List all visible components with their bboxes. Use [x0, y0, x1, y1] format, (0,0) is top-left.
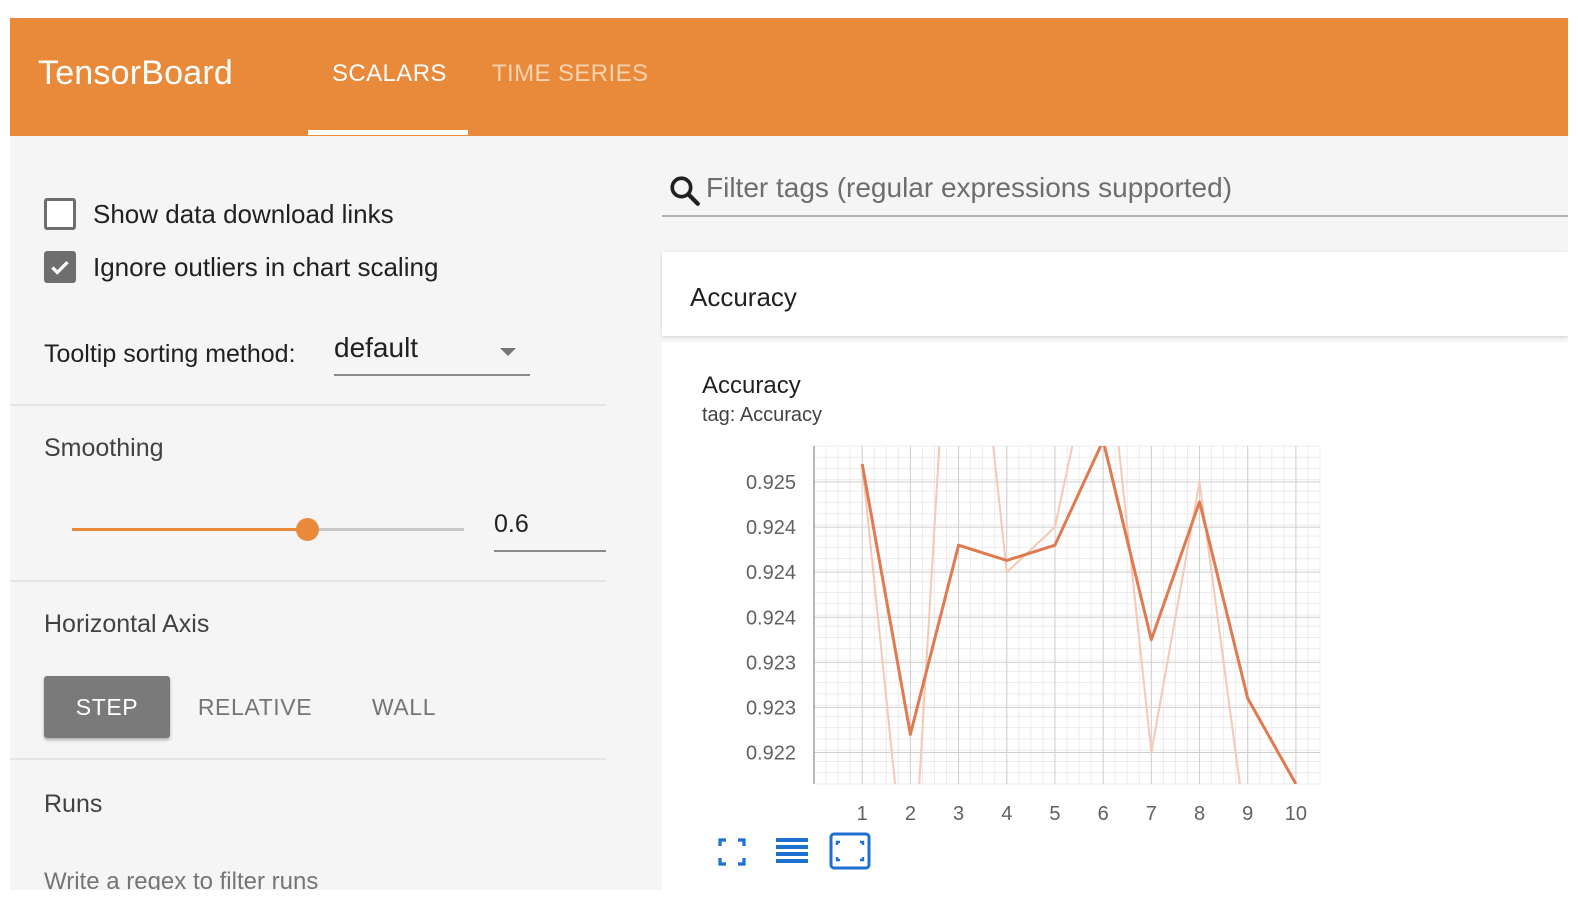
show-download-links-label: Show data download links	[93, 198, 394, 229]
tag-group-title: Accuracy	[690, 282, 797, 312]
x-tick-label: 3	[953, 803, 964, 825]
x-tick-label: 2	[905, 803, 916, 825]
scalar-card: Accuracy tag: Accuracy 0.925 0.924 0.924 0.…	[662, 342, 1568, 890]
x-tick-label: 1	[857, 803, 868, 825]
divider	[10, 758, 606, 760]
y-tick-label: 0.923	[746, 652, 796, 674]
checkmark-icon	[51, 260, 69, 275]
x-tick-label: 5	[1049, 803, 1060, 825]
x-tick-label: 4	[1001, 803, 1012, 825]
top-app-bar: TensorBoard SCALARS TIME SERIES	[10, 18, 1568, 136]
tooltip-sorting-value: default	[334, 332, 419, 363]
smoothing-input-underline	[494, 550, 606, 552]
axis-wall-button[interactable]: WALL	[352, 676, 456, 738]
axis-step-button[interactable]: STEP	[44, 676, 170, 738]
y-tick-label: 0.925	[746, 472, 796, 494]
app-frame: TensorBoard SCALARS TIME SERIES Show dat…	[10, 18, 1568, 890]
tab-scalars[interactable]: SCALARS	[332, 60, 447, 88]
fit-domain-icon[interactable]	[828, 832, 872, 872]
accuracy-line-chart[interactable]: 0.925 0.924 0.924 0.924 0.923 0.923 0.922 1 2 3 4 5…	[662, 342, 1568, 890]
toggle-y-log-icon[interactable]	[770, 832, 814, 872]
horizontal-axis-title: Horizontal Axis	[44, 610, 210, 638]
y-tick-label: 0.924	[746, 562, 796, 584]
smoothing-value-input[interactable]: 0.6	[494, 510, 529, 539]
smoothing-slider[interactable]	[72, 518, 464, 541]
axis-relative-button[interactable]: RELATIVE	[192, 676, 318, 738]
sidebar: Show data download links Ignore outliers…	[10, 136, 606, 890]
y-tick-label: 0.922	[746, 742, 796, 764]
y-tick-label: 0.924	[746, 517, 796, 539]
smoothing-slider-fill	[72, 528, 308, 531]
ignore-outliers-checkbox[interactable]	[44, 251, 76, 283]
runs-title: Runs	[44, 790, 103, 818]
divider	[10, 580, 606, 582]
main-content: Filter tags (regular expressions support…	[660, 136, 1568, 890]
show-download-links-checkbox[interactable]	[44, 198, 76, 230]
tag-group-header[interactable]: Accuracy	[662, 252, 1568, 336]
y-tick-label: 0.924	[746, 607, 796, 629]
x-tick-label: 6	[1098, 803, 1109, 825]
y-tick-label: 0.923	[746, 697, 796, 719]
divider	[10, 404, 606, 406]
ignore-outliers-label: Ignore outliers in chart scaling	[93, 251, 439, 282]
runs-filter-input[interactable]: Write a regex to filter runs	[44, 868, 318, 890]
brand-title: TensorBoard	[38, 54, 233, 92]
x-tick-label: 9	[1242, 803, 1253, 825]
fullscreen-icon[interactable]	[710, 832, 754, 872]
x-tick-label: 10	[1285, 803, 1307, 825]
tab-time-series[interactable]: TIME SERIES	[492, 60, 648, 88]
active-tab-indicator	[308, 130, 468, 135]
x-tick-label: 8	[1194, 803, 1205, 825]
show-download-links-row[interactable]: Show data download links	[44, 198, 394, 230]
smoothing-title: Smoothing	[44, 434, 164, 462]
smoothing-slider-thumb[interactable]	[296, 518, 320, 541]
tag-filter-input[interactable]: Filter tags (regular expressions support…	[706, 172, 1506, 204]
tooltip-sorting-select[interactable]: default	[334, 332, 530, 376]
search-icon	[670, 176, 700, 206]
x-tick-label: 7	[1146, 803, 1157, 825]
ignore-outliers-row[interactable]: Ignore outliers in chart scaling	[44, 251, 438, 283]
tag-filter-underline	[662, 215, 1568, 217]
dropdown-arrow-icon	[500, 348, 516, 356]
tooltip-sorting-label: Tooltip sorting method:	[44, 340, 296, 368]
